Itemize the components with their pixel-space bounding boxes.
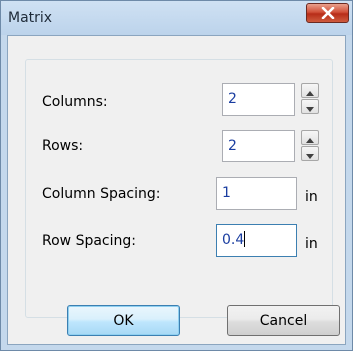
row-spacing-label: Row Spacing:: [42, 233, 136, 249]
row-spacing-input[interactable]: 0.4: [216, 224, 297, 257]
dialog-body: Columns: 2 Rows: 2 Column Spacing: 1 in …: [7, 35, 346, 345]
cancel-button[interactable]: Cancel: [227, 305, 340, 336]
row-spacing-value: 0.4: [222, 232, 245, 248]
columns-increment-button[interactable]: [301, 83, 319, 98]
dialog-title: Matrix: [8, 10, 53, 26]
column-spacing-unit: in: [305, 189, 318, 205]
ok-button[interactable]: OK: [67, 305, 180, 336]
rows-label: Rows:: [42, 138, 84, 154]
title-bar[interactable]: Matrix: [1, 1, 352, 35]
spin-down-icon: [306, 97, 314, 116]
columns-decrement-button[interactable]: [301, 99, 319, 114]
ok-button-label: OK: [113, 312, 134, 329]
columns-spinner: [301, 83, 319, 114]
matrix-dialog: Matrix Columns: 2 Rows: 2 Column Spacing…: [0, 0, 353, 351]
columns-input[interactable]: 2: [222, 83, 295, 116]
row-spacing-unit: in: [305, 236, 318, 252]
rows-decrement-button[interactable]: [301, 146, 319, 161]
rows-increment-button[interactable]: [301, 130, 319, 145]
rows-input[interactable]: 2: [222, 130, 295, 162]
text-caret: [244, 231, 246, 247]
column-spacing-input[interactable]: 1: [216, 177, 297, 210]
column-spacing-value: 1: [222, 185, 231, 201]
close-button[interactable]: [306, 3, 349, 23]
close-icon: [321, 7, 335, 19]
rows-spinner: [301, 130, 319, 161]
column-spacing-label: Column Spacing:: [42, 186, 161, 202]
columns-value: 2: [228, 91, 237, 107]
cancel-button-label: Cancel: [259, 312, 308, 329]
columns-label: Columns:: [42, 94, 108, 110]
rows-value: 2: [228, 138, 237, 154]
spin-down-icon: [306, 144, 314, 163]
